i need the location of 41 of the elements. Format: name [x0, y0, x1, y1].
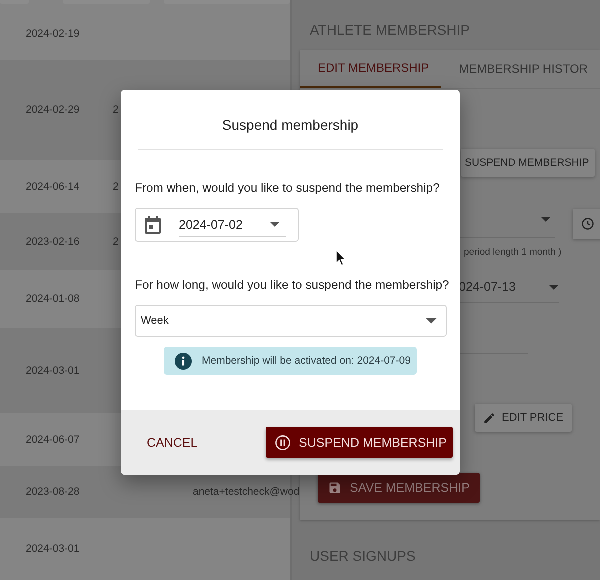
table-cell: 2024-01-08 [26, 293, 80, 305]
table-cell: 2024-06-14 [26, 180, 80, 192]
duration-select[interactable]: Week [135, 305, 447, 337]
helper-text: period length 1 month ) [464, 247, 562, 258]
clock-icon [581, 217, 595, 231]
caret-icon [549, 284, 559, 290]
table-cell: 2 [113, 180, 119, 192]
tab[interactable]: MEMBERSHIP HISTOR [441, 50, 600, 88]
cancel-button[interactable]: CANCEL [139, 432, 206, 454]
caret-icon [541, 217, 551, 222]
info-icon [175, 352, 192, 370]
info-text: Membership will be activated on: 2024-07-09 [202, 355, 411, 367]
table-cell: aneta+testcheck@wod [193, 486, 300, 498]
suspend-membership-button[interactable]: SUSPEND MEMBERSHIP [266, 427, 453, 458]
table-cell: 2024-03-01 [26, 364, 80, 376]
table-cell: 2023-08-28 [26, 486, 80, 498]
section-title: USER SIGNUPS [309, 548, 417, 564]
pencil-icon [483, 412, 496, 424]
table-cell: 2024-02-29 [26, 104, 80, 116]
history-button[interactable] [573, 209, 600, 239]
caret-icon [426, 318, 437, 324]
question-text: From when, would you like to suspend the membership? [134, 181, 441, 195]
table-cell: 2 [113, 236, 119, 248]
mouse-cursor-icon [336, 250, 347, 266]
table-cell: 2024-02-19 [26, 28, 80, 40]
save-membership-button[interactable]: SAVE MEMBERSHIP [318, 473, 480, 503]
panel-title: ATHLETE MEMBERSHIP [309, 22, 471, 40]
table-cell: 2023-02-16 [26, 236, 80, 248]
calendar-icon [145, 216, 161, 234]
question-text: For how long, would you like to suspend the membership? [134, 278, 450, 292]
table-cell: 2024-06-07 [26, 434, 80, 446]
suspend-membership-button[interactable]: SUSPEND MEMBERSHIP [461, 149, 596, 177]
pause-icon [275, 434, 292, 450]
date-picker-field[interactable]: 2024-07-02 [135, 208, 299, 242]
dialog-title: Suspend membership [221, 117, 360, 133]
edit-price-button[interactable]: EDIT PRICE [475, 404, 572, 432]
table-cell: 2 [113, 104, 119, 116]
tab[interactable]: EDIT MEMBERSHIP [300, 50, 442, 88]
save-icon [328, 481, 342, 495]
table-cell: 2024-03-01 [26, 543, 80, 555]
caret-icon [270, 222, 280, 227]
